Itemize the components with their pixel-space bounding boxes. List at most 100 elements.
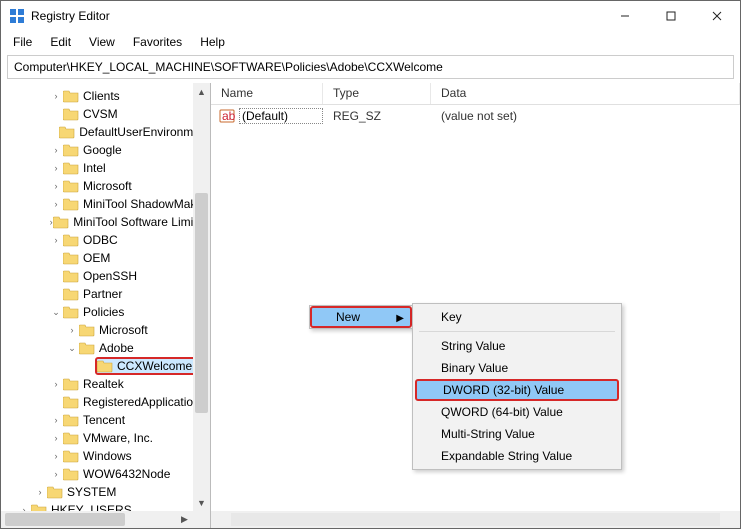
submenu-qword[interactable]: QWORD (64-bit) Value <box>413 401 621 423</box>
tree-node[interactable]: Intel <box>1 159 210 177</box>
submenu-multi[interactable]: Multi-String Value <box>413 423 621 445</box>
menu-favorites[interactable]: Favorites <box>125 33 190 51</box>
tree-node[interactable]: Microsoft <box>1 321 210 339</box>
chevron-right-icon[interactable] <box>49 451 63 461</box>
menu-view[interactable]: View <box>81 33 123 51</box>
scroll-corner <box>193 511 210 528</box>
chevron-right-icon[interactable] <box>49 91 63 101</box>
chevron-right-icon[interactable] <box>65 325 79 335</box>
tree-node-label: MiniTool ShadowMaker <box>83 197 207 211</box>
tree-vertical-scrollbar[interactable]: ▲ ▼ <box>193 83 210 511</box>
chevron-down-icon[interactable] <box>65 343 79 354</box>
scroll-right-icon[interactable]: ▶ <box>176 511 193 528</box>
tree-node-label: SYSTEM <box>67 485 116 499</box>
tree-node-label: Partner <box>83 287 122 301</box>
folder-icon <box>63 161 79 175</box>
chevron-right-icon[interactable] <box>49 433 63 443</box>
submenu-dword[interactable]: DWORD (32-bit) Value <box>415 379 619 401</box>
context-menu: New ▶ Key String Value Binary Value DWOR… <box>309 305 413 329</box>
value-name[interactable]: (Default) <box>239 108 323 124</box>
menu-help[interactable]: Help <box>192 33 233 51</box>
tree-node[interactable]: MiniTool Software Limited <box>1 213 210 231</box>
tree-node-label: WOW6432Node <box>83 467 170 481</box>
col-data[interactable]: Data <box>431 83 740 104</box>
maximize-button[interactable] <box>648 1 694 31</box>
tree-node[interactable]: RegisteredApplications <box>1 393 210 411</box>
chevron-right-icon[interactable] <box>49 181 63 191</box>
tree-node[interactable]: ODBC <box>1 231 210 249</box>
tree-node[interactable]: SYSTEM <box>1 483 210 501</box>
tree-node[interactable]: Google <box>1 141 210 159</box>
scroll-down-icon[interactable]: ▼ <box>193 494 210 511</box>
chevron-right-icon[interactable] <box>49 379 63 389</box>
folder-icon <box>63 395 79 409</box>
list-row[interactable]: ab (Default) REG_SZ (value not set) <box>211 105 740 127</box>
close-button[interactable] <box>694 1 740 31</box>
submenu-key-label: Key <box>441 310 462 324</box>
tree-node-label: Tencent <box>83 413 125 427</box>
chevron-down-icon[interactable] <box>49 307 63 318</box>
tree-node[interactable]: Windows <box>1 447 210 465</box>
menu-file[interactable]: File <box>5 33 40 51</box>
chevron-right-icon[interactable] <box>33 487 47 497</box>
list-horizontal-scrollbar[interactable] <box>211 511 740 528</box>
tree-node[interactable]: MiniTool ShadowMaker <box>1 195 210 213</box>
tree-node-label: DefaultUserEnvironment <box>79 125 210 139</box>
tree-node-label: MiniTool Software Limited <box>73 215 210 229</box>
tree-node[interactable]: CVSM <box>1 105 210 123</box>
chevron-right-icon[interactable] <box>49 469 63 479</box>
chevron-right-icon[interactable] <box>49 235 63 245</box>
context-item-new[interactable]: New ▶ <box>310 306 412 328</box>
submenu-qword-label: QWORD (64-bit) Value <box>441 405 563 419</box>
tree-node[interactable]: Partner <box>1 285 210 303</box>
tree-node[interactable]: Tencent <box>1 411 210 429</box>
tree-node-label: OEM <box>83 251 110 265</box>
col-type[interactable]: Type <box>323 83 431 104</box>
submenu-binary[interactable]: Binary Value <box>413 357 621 379</box>
tree-node[interactable]: WOW6432Node <box>1 465 210 483</box>
tree-node[interactable]: DefaultUserEnvironment <box>1 123 210 141</box>
chevron-right-icon[interactable] <box>49 163 63 173</box>
folder-icon <box>63 197 79 211</box>
folder-icon <box>63 377 79 391</box>
submenu-string[interactable]: String Value <box>413 335 621 357</box>
list-scroll-thumb[interactable] <box>231 513 720 526</box>
chevron-right-icon[interactable] <box>49 415 63 425</box>
submenu-expand[interactable]: Expandable String Value <box>413 445 621 467</box>
tree-node[interactable]: OEM <box>1 249 210 267</box>
folder-icon <box>63 179 79 193</box>
menubar: File Edit View Favorites Help <box>1 31 740 53</box>
window-frame: Registry Editor File Edit View Favorites… <box>0 0 741 529</box>
chevron-right-icon[interactable] <box>49 199 63 209</box>
tree-node[interactable]: Microsoft <box>1 177 210 195</box>
tree-node[interactable]: Policies <box>1 303 210 321</box>
scroll-thumb-horizontal[interactable] <box>5 513 125 526</box>
tree-node-label: ODBC <box>83 233 118 247</box>
minimize-button[interactable] <box>602 1 648 31</box>
tree-node-label: RegisteredApplications <box>83 395 206 409</box>
tree-node[interactable]: Adobe <box>1 339 210 357</box>
tree-pane[interactable]: ClientsCVSM DefaultUserEnvironment GoogleI… <box>1 83 211 528</box>
col-name[interactable]: Name <box>211 83 323 104</box>
tree-node-selected[interactable]: CCXWelcome <box>95 357 198 375</box>
submenu-key[interactable]: Key <box>413 306 621 328</box>
window-controls <box>602 1 740 31</box>
tree-node[interactable]: VMware, Inc. <box>1 429 210 447</box>
chevron-right-icon[interactable] <box>49 145 63 155</box>
tree-node[interactable]: OpenSSH <box>1 267 210 285</box>
scroll-up-icon[interactable]: ▲ <box>193 83 210 100</box>
tree-node-label: OpenSSH <box>83 269 137 283</box>
address-bar[interactable]: Computer\HKEY_LOCAL_MACHINE\SOFTWARE\Pol… <box>7 55 734 79</box>
folder-icon <box>63 233 79 247</box>
tree-node[interactable]: Realtek <box>1 375 210 393</box>
folder-icon <box>63 449 79 463</box>
tree-node-label: Adobe <box>99 341 134 355</box>
scroll-thumb-vertical[interactable] <box>195 193 208 413</box>
submenu-binary-label: Binary Value <box>441 361 508 375</box>
tree-node[interactable]: Clients <box>1 87 210 105</box>
menu-edit[interactable]: Edit <box>42 33 79 51</box>
titlebar: Registry Editor <box>1 1 740 31</box>
folder-icon <box>63 431 79 445</box>
tree-horizontal-scrollbar[interactable]: ◀ ▶ <box>1 511 193 528</box>
tree-node[interactable]: CCXWelcome <box>1 357 210 375</box>
